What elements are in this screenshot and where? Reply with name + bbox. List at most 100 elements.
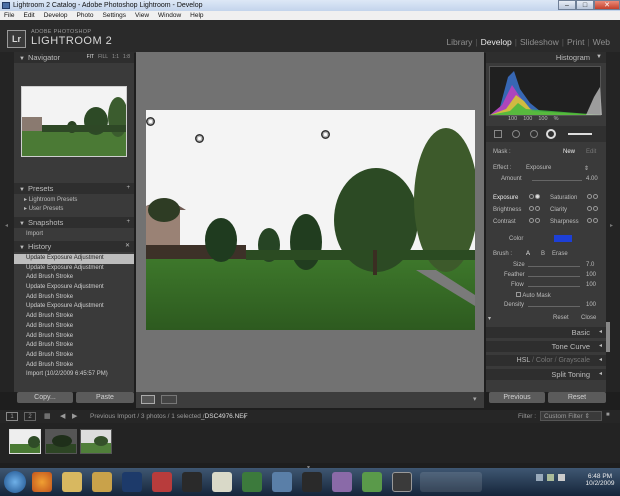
app-icon[interactable]: [212, 472, 232, 492]
density-slider[interactable]: [528, 306, 580, 307]
module-web[interactable]: Web: [593, 37, 610, 47]
history-item[interactable]: Add Brush Stroke: [14, 351, 134, 361]
automask-checkbox[interactable]: Auto Mask: [516, 292, 551, 299]
filmstrip-filename[interactable]: _DSC4976.NEF: [201, 413, 248, 420]
explorer-icon[interactable]: [92, 472, 112, 492]
clarity-label[interactable]: Clarity: [550, 207, 567, 213]
module-print[interactable]: Print: [567, 37, 584, 47]
module-develop[interactable]: Develop: [481, 37, 512, 47]
history-item[interactable]: Add Brush Stroke: [14, 273, 134, 283]
tray-icon[interactable]: [558, 474, 565, 481]
photo-canvas[interactable]: [146, 110, 475, 330]
history-item[interactable]: Update Exposure Adjustment: [14, 254, 134, 264]
filename-dropdown-icon[interactable]: ▾: [243, 413, 246, 421]
forward-arrow-icon[interactable]: ▶: [72, 412, 77, 420]
presets-header[interactable]: ▼ Presets +: [14, 183, 134, 194]
contrast-label[interactable]: Contrast: [493, 219, 516, 225]
minimize-button[interactable]: –: [558, 0, 576, 10]
spot-removal-icon[interactable]: [512, 130, 520, 138]
toolbar-menu-icon[interactable]: ▾: [473, 395, 477, 403]
snapshot-item[interactable]: Import: [14, 228, 134, 237]
filmstrip-path[interactable]: Previous Import / 3 photos / 1 selected …: [90, 413, 205, 420]
menu-view[interactable]: View: [135, 11, 149, 20]
lightroom-taskbar-icon[interactable]: [392, 472, 412, 492]
snapshots-header[interactable]: ▼ Snapshots +: [14, 217, 134, 228]
taskbar-window-button[interactable]: [420, 472, 482, 492]
brush-erase[interactable]: Erase: [552, 251, 568, 257]
tray-icon[interactable]: [547, 474, 554, 481]
section-basic[interactable]: Basic ◂: [486, 327, 606, 338]
reset-tool-button[interactable]: Reset: [553, 315, 569, 321]
right-panel-scrollbar[interactable]: [606, 322, 610, 352]
adjustment-brush-icon[interactable]: [568, 133, 592, 135]
navigator-header[interactable]: ▼ Navigator FIT FILL 1:1 1:8: [14, 52, 134, 63]
saturation-dots[interactable]: [586, 194, 598, 201]
crop-tool-icon[interactable]: [494, 130, 502, 138]
history-item[interactable]: Update Exposure Adjustment: [14, 264, 134, 274]
add-preset-icon[interactable]: +: [126, 183, 130, 194]
app-icon[interactable]: [272, 472, 292, 492]
amount-slider[interactable]: [532, 180, 582, 181]
color-swatch[interactable]: [554, 235, 572, 242]
section-split-toning[interactable]: Split Toning ◂: [486, 369, 606, 380]
history-item[interactable]: Add Brush Stroke: [14, 361, 134, 371]
clear-history-icon[interactable]: ✕: [125, 241, 130, 252]
effect-dropdown-icon[interactable]: ⇕: [584, 165, 589, 172]
exposure-dots[interactable]: [528, 194, 540, 201]
size-slider[interactable]: [528, 266, 580, 267]
menu-develop[interactable]: Develop: [44, 11, 68, 20]
preset-folder-lightroom[interactable]: ▸ Lightroom Presets: [24, 196, 134, 205]
saturation-label[interactable]: Saturation: [550, 195, 577, 201]
feather-slider[interactable]: [528, 276, 580, 277]
previous-button[interactable]: Previous: [489, 392, 545, 403]
brush-a[interactable]: A: [526, 251, 530, 257]
brightness-label[interactable]: Brightness: [493, 207, 521, 213]
firefox-icon[interactable]: [32, 472, 52, 492]
mask-new[interactable]: New: [563, 149, 575, 155]
history-item[interactable]: Add Brush Stroke: [14, 322, 134, 332]
graduated-filter-icon[interactable]: [546, 129, 556, 139]
filmstrip-thumb[interactable]: [45, 429, 77, 454]
maximize-button[interactable]: □: [576, 0, 594, 10]
mask-edit[interactable]: Edit: [586, 149, 596, 155]
loupe-view-icon[interactable]: [141, 395, 155, 404]
menu-photo[interactable]: Photo: [77, 11, 94, 20]
exposure-label[interactable]: Exposure: [493, 195, 518, 201]
module-library[interactable]: Library: [446, 37, 472, 47]
filter-lock-icon[interactable]: ■: [606, 412, 610, 418]
brush-pin[interactable]: [146, 117, 155, 126]
app-icon[interactable]: [182, 472, 202, 492]
filmstrip-thumb[interactable]: [9, 429, 41, 454]
navigator-preview[interactable]: [21, 86, 127, 157]
red-eye-icon[interactable]: [530, 130, 538, 138]
clock[interactable]: 6:48 PM 10/2/2009: [584, 473, 616, 487]
app-icon[interactable]: [332, 472, 352, 492]
histogram-header[interactable]: Histogram ▼: [486, 52, 606, 63]
history-item[interactable]: Add Brush Stroke: [14, 341, 134, 351]
section-hsl[interactable]: HSL / Color / Grayscale ◂: [486, 355, 606, 366]
app-icon[interactable]: [152, 472, 172, 492]
flow-slider[interactable]: [528, 286, 580, 287]
filmstrip-thumb[interactable]: [80, 429, 112, 454]
history-item[interactable]: Add Brush Stroke: [14, 293, 134, 303]
page-2-button[interactable]: 2: [24, 412, 36, 421]
tray-icon[interactable]: [536, 474, 543, 481]
filter-dropdown[interactable]: Custom Filter ⇕: [540, 411, 602, 421]
brush-pin[interactable]: [321, 130, 330, 139]
panel-switch-icon[interactable]: ▾: [488, 315, 491, 322]
zoom-1-1[interactable]: 1:1: [112, 52, 119, 63]
before-after-icon[interactable]: [161, 395, 177, 404]
module-slideshow[interactable]: Slideshow: [520, 37, 559, 47]
section-tone-curve[interactable]: Tone Curve ◂: [486, 341, 606, 352]
right-panel-toggle-icon[interactable]: ▸: [610, 222, 613, 229]
history-header[interactable]: ▼ History ✕: [14, 241, 134, 252]
app-icon[interactable]: [362, 472, 382, 492]
zoom-1-8[interactable]: 1:8: [123, 52, 130, 63]
close-button[interactable]: ✕: [594, 0, 620, 10]
history-item[interactable]: Add Brush Stroke: [14, 312, 134, 322]
preset-folder-user[interactable]: ▸ User Presets: [24, 205, 134, 214]
paste-button[interactable]: Paste: [76, 392, 134, 403]
clarity-dots[interactable]: [586, 206, 598, 213]
page-1-button[interactable]: 1: [6, 412, 18, 421]
contrast-dots[interactable]: [528, 218, 540, 225]
